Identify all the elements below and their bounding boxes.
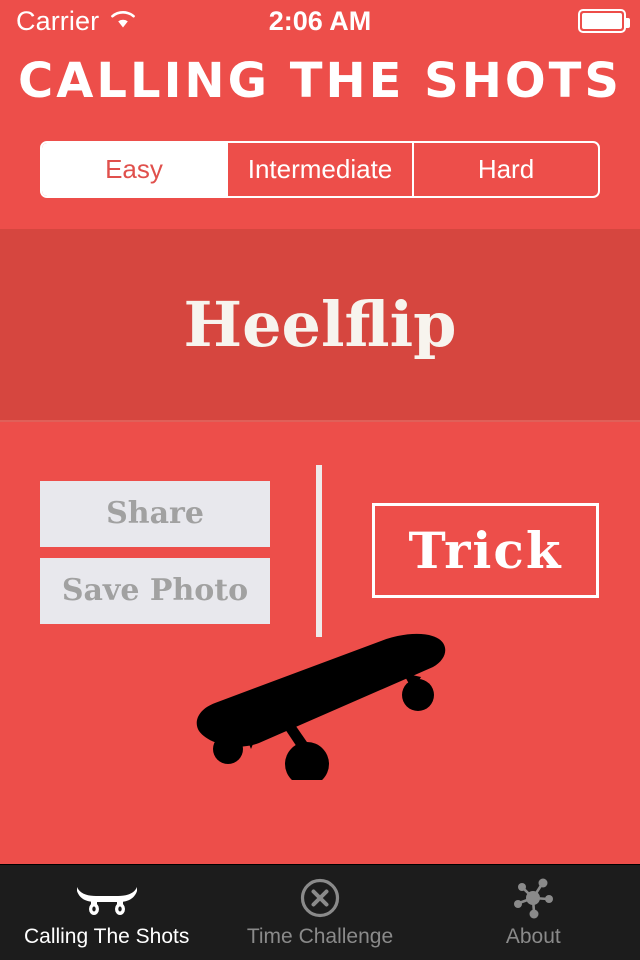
segment-easy[interactable]: Easy (42, 143, 228, 196)
left-button-group: Share Save Photo (40, 481, 270, 624)
tab-label-about: About (505, 924, 561, 948)
skateboard-icon (74, 877, 140, 919)
app-root: Carrier 2:06 AM CALLING THE SHOTS Easy I… (0, 0, 640, 960)
status-bar-right (578, 9, 630, 33)
trick-name-panel: Heelflip (0, 229, 640, 422)
page-title: CALLING THE SHOTS (0, 52, 640, 110)
trick-name-text: Heelflip (183, 288, 457, 361)
tab-label-calling-the-shots: Calling The Shots (23, 924, 190, 948)
tab-calling-the-shots[interactable]: Calling The Shots (0, 865, 213, 960)
tab-time-challenge[interactable]: Time Challenge (213, 865, 426, 960)
tab-about[interactable]: About (427, 865, 640, 960)
circle-x-icon (299, 877, 341, 919)
trick-button[interactable]: Trick (372, 503, 599, 598)
tab-bar: Calling The Shots Time Challenge About (0, 864, 640, 960)
skateboard-silhouette-icon (185, 625, 465, 786)
save-photo-button[interactable]: Save Photo (40, 558, 270, 624)
segment-hard[interactable]: Hard (414, 143, 598, 196)
share-button[interactable]: Share (40, 481, 270, 547)
status-bar: Carrier 2:06 AM (0, 0, 640, 42)
network-nodes-icon (510, 877, 556, 919)
segment-intermediate[interactable]: Intermediate (228, 143, 414, 196)
vertical-divider (316, 465, 322, 637)
battery-icon (578, 9, 630, 33)
battery-fill (582, 13, 622, 29)
difficulty-segmented-control[interactable]: Easy Intermediate Hard (40, 141, 600, 198)
status-bar-time: 2:06 AM (268, 5, 372, 36)
tab-label-time-challenge: Time Challenge (246, 924, 394, 948)
